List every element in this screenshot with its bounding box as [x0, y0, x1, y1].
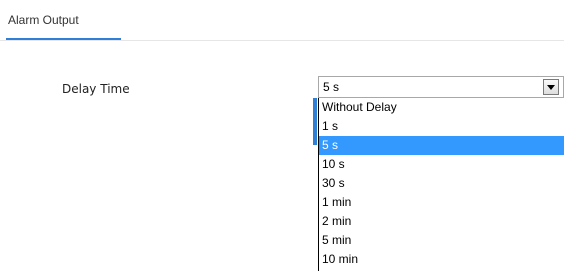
dropdown-option[interactable]: 2 min — [319, 212, 564, 231]
tab-alarm-output[interactable]: Alarm Output — [8, 13, 79, 39]
dropdown-option[interactable]: 5 min — [319, 231, 564, 250]
active-tab-underline — [6, 38, 121, 40]
list-accent-bar — [313, 98, 317, 145]
dropdown-option[interactable]: 10 s — [319, 155, 564, 174]
delay-time-select[interactable]: 5 s — [318, 76, 564, 98]
dropdown-option[interactable]: 30 s — [319, 174, 564, 193]
chevron-down-icon — [547, 85, 555, 90]
dropdown-option[interactable]: 1 s — [319, 117, 564, 136]
dropdown-option[interactable]: Without Delay — [319, 98, 564, 117]
dropdown-option[interactable]: 10 min — [319, 250, 564, 269]
tab-bar: Alarm Output — [0, 0, 564, 41]
delay-time-dropdown-list[interactable]: Without Delay 1 s 5 s 10 s 30 s 1 min 2 … — [318, 98, 564, 271]
dropdown-option-selected[interactable]: 5 s — [319, 136, 564, 155]
delay-time-label: Delay Time — [62, 82, 130, 96]
delay-time-selected-value: 5 s — [323, 80, 340, 94]
dropdown-option[interactable]: 1 min — [319, 193, 564, 212]
dropdown-toggle-button[interactable] — [543, 79, 559, 95]
